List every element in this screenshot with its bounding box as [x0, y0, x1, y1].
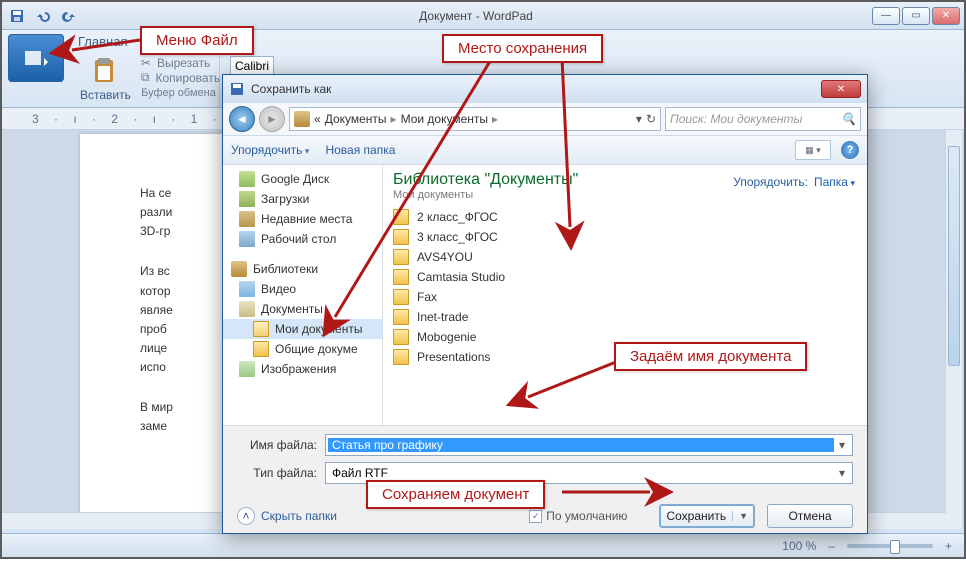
folder-item[interactable]: AVS4YOU: [393, 247, 857, 267]
paste-button[interactable]: Вставить: [80, 56, 131, 103]
dialog-close-button[interactable]: ✕: [821, 80, 861, 98]
help-icon[interactable]: ?: [841, 141, 859, 159]
chevron-down-icon[interactable]: ▾: [834, 438, 850, 452]
folder-item[interactable]: Inet-trade: [393, 307, 857, 327]
dialog-toolbar: Упорядочить Новая папка ▦ ▾ ?: [223, 135, 867, 165]
new-folder-button[interactable]: Новая папка: [325, 143, 395, 157]
sort-control[interactable]: Упорядочить: Папка: [733, 175, 855, 189]
callout-save-location: Место сохранения: [442, 34, 603, 63]
callout-file-menu: Меню Файл: [140, 26, 254, 55]
dialog-title: Сохранить как: [251, 82, 331, 96]
folder-item[interactable]: 2 класс_ФГОС: [393, 207, 857, 227]
filetype-label: Тип файла:: [237, 466, 317, 480]
tree-shared-documents[interactable]: Общие докуме: [223, 339, 382, 359]
font-name-combo[interactable]: Calibri: [230, 56, 274, 76]
organize-menu[interactable]: Упорядочить: [231, 143, 309, 157]
nav-row: ◄ ► « Документы▸ Мои документы▸ ▾↻ Поиск…: [223, 103, 867, 135]
folder-item[interactable]: Fax: [393, 287, 857, 307]
clipboard-group-label: Буфер обмена: [137, 87, 220, 99]
view-mode-button[interactable]: ▦ ▾: [795, 140, 831, 160]
zoom-in-button[interactable]: +: [945, 539, 952, 553]
paste-label: Вставить: [80, 88, 131, 102]
copy-icon: ⧉: [141, 70, 150, 85]
minimize-button[interactable]: —: [872, 7, 900, 25]
save-icon: [229, 81, 245, 97]
folder-icon: [393, 309, 409, 325]
cut-button[interactable]: ✂Вырезать: [141, 56, 220, 70]
save-as-dialog: Сохранить как ✕ ◄ ► « Документы▸ Мои док…: [222, 74, 868, 534]
refresh-icon[interactable]: ↻: [646, 112, 656, 126]
folder-icon: [393, 229, 409, 245]
nav-back-button[interactable]: ◄: [229, 106, 255, 132]
zoom-out-button[interactable]: –: [828, 539, 835, 553]
folder-icon: [393, 249, 409, 265]
tree-video[interactable]: Видео: [223, 279, 382, 299]
library-icon: [294, 111, 310, 127]
tree-images[interactable]: Изображения: [223, 359, 382, 379]
cancel-button[interactable]: Отмена: [767, 504, 853, 528]
file-menu-button[interactable]: [8, 34, 64, 82]
clipboard-group: Вставить ✂Вырезать ⧉Копировать Буфер обм…: [70, 52, 220, 107]
qat-redo-icon[interactable]: [58, 5, 80, 27]
copy-button[interactable]: ⧉Копировать: [141, 70, 220, 85]
default-checkbox[interactable]: ✓По умолчанию: [529, 509, 627, 523]
wordpad-title: Документ - WordPad: [80, 9, 872, 23]
nav-forward-button[interactable]: ►: [259, 106, 285, 132]
save-button[interactable]: Сохранить▼: [659, 504, 755, 528]
close-button[interactable]: ✕: [932, 7, 960, 25]
folder-item[interactable]: 3 класс_ФГОС: [393, 227, 857, 247]
vertical-scrollbar[interactable]: [945, 130, 962, 529]
ribbon-tab-home[interactable]: Главная: [78, 34, 127, 49]
hide-folders-toggle[interactable]: ˄Скрыть папки: [237, 507, 337, 525]
tree-desktop[interactable]: Рабочий стол: [223, 229, 382, 249]
filename-input[interactable]: Статья про графику▾: [325, 434, 853, 456]
tree-documents[interactable]: Документы: [223, 299, 382, 319]
folder-list-pane: Библиотека "Документы" Мои документы Упо…: [383, 165, 867, 425]
dialog-titlebar: Сохранить как ✕: [223, 75, 867, 103]
qat-undo-icon[interactable]: [32, 5, 54, 27]
folder-icon: [393, 209, 409, 225]
tree-downloads[interactable]: Загрузки: [223, 189, 382, 209]
zoom-slider[interactable]: [847, 544, 933, 548]
filename-label: Имя файла:: [237, 438, 317, 452]
maximize-button[interactable]: ▭: [902, 7, 930, 25]
qat-save-icon[interactable]: [6, 5, 28, 27]
callout-set-name: Задаём имя документа: [614, 342, 807, 371]
folder-icon: [393, 289, 409, 305]
library-subtitle: Мои документы: [393, 189, 857, 201]
tree-my-documents[interactable]: Мои документы: [223, 319, 382, 339]
scissors-icon: ✂: [141, 56, 151, 70]
chevron-up-icon: ˄: [237, 507, 255, 525]
tree-libraries[interactable]: Библиотеки: [223, 259, 382, 279]
address-bar[interactable]: « Документы▸ Мои документы▸ ▾↻: [289, 107, 661, 131]
tree-recent[interactable]: Недавние места: [223, 209, 382, 229]
folder-icon: [393, 349, 409, 365]
search-input[interactable]: Поиск: Мои документы 🔍: [665, 107, 861, 131]
search-icon: 🔍: [841, 112, 856, 126]
nav-tree[interactable]: Google Диск Загрузки Недавние места Рабо…: [223, 165, 383, 425]
tree-google-drive[interactable]: Google Диск: [223, 169, 382, 189]
folder-icon: [393, 329, 409, 345]
chevron-down-icon[interactable]: ▾: [834, 466, 850, 480]
zoom-label: 100 %: [782, 539, 816, 553]
callout-do-save: Сохраняем документ: [366, 480, 545, 509]
folder-item[interactable]: Camtasia Studio: [393, 267, 857, 287]
folder-icon: [393, 269, 409, 285]
